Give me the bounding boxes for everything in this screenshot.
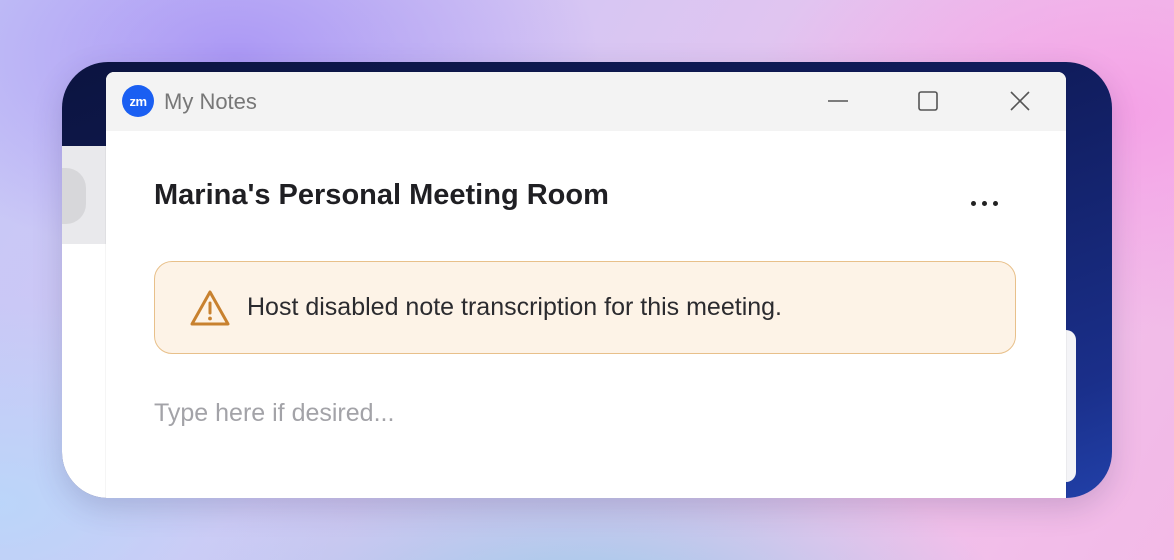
window-title: My Notes: [164, 89, 257, 114]
minimize-icon: [828, 100, 848, 102]
alert-message: Host disabled note transcription for thi…: [247, 293, 782, 321]
minimize-button[interactable]: [818, 84, 858, 118]
maximize-icon: [918, 91, 938, 111]
meeting-title: Marina's Personal Meeting Room: [154, 179, 609, 211]
zoom-logo-icon: zm: [122, 85, 154, 117]
my-notes-window: zm My Notes Marina's Personal Meeting Ro…: [106, 72, 1066, 498]
maximize-button[interactable]: [908, 84, 948, 118]
more-options-button[interactable]: [960, 177, 1008, 217]
warning-triangle-icon: [190, 290, 230, 326]
transcription-disabled-alert: Host disabled note transcription for thi…: [154, 261, 1016, 354]
notes-input[interactable]: [154, 393, 1014, 433]
title-bar[interactable]: zm My Notes: [106, 72, 1066, 131]
close-icon: [1010, 91, 1030, 111]
more-horizontal-icon: [968, 180, 1001, 214]
close-button[interactable]: [1000, 84, 1040, 118]
screen-frame: zm My Notes Marina's Personal Meeting Ro…: [62, 62, 1112, 498]
